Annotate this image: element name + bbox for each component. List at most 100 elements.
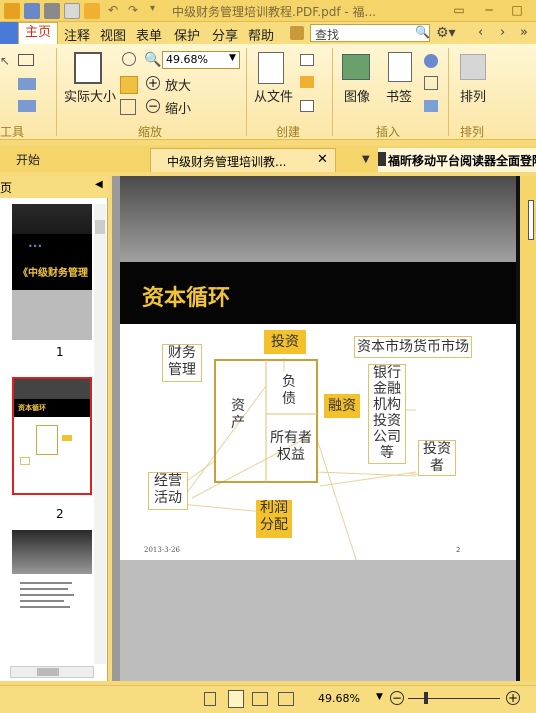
actual-size-button[interactable]: 实际大小 <box>64 86 116 105</box>
menu-form[interactable]: 表单 <box>136 25 162 44</box>
fit-width-icon[interactable] <box>120 99 136 115</box>
group-arrange-label: 排列 <box>460 125 485 139</box>
sidebar-scrollbar[interactable] <box>94 204 106 664</box>
zoom-slider-handle[interactable] <box>424 692 428 704</box>
page-thumbnail-1[interactable]: ••• 《中级财务管理 <box>12 204 92 340</box>
select-icon[interactable] <box>18 100 36 112</box>
arrange-icon[interactable] <box>460 54 486 80</box>
redo-icon[interactable]: ↷ <box>128 3 144 19</box>
email-icon[interactable] <box>64 3 80 19</box>
ad-banner[interactable]: 福昕移动平台阅读器全面登陆 <box>378 148 536 172</box>
video-icon[interactable] <box>424 100 438 112</box>
create-option-3-icon[interactable] <box>300 100 314 112</box>
menu-protect[interactable]: 保护 <box>174 25 200 44</box>
continuous-facing-icon[interactable] <box>278 692 294 706</box>
minimize-icon[interactable]: ▭ <box>448 2 470 18</box>
quick-access-dropdown-icon[interactable]: ▾ <box>150 3 166 19</box>
tab-document[interactable]: 中级财务管理培训教... ✕ <box>150 148 336 172</box>
status-bar: 49.68% ▼ − + <box>0 685 536 713</box>
hand-tool-icon[interactable]: ↖ <box>0 54 10 68</box>
box-investor: 投资 者 <box>418 440 456 476</box>
thumb-1-caption: 《中级财务管理 <box>18 268 88 279</box>
document-scrollbar[interactable] <box>520 176 536 681</box>
attachment-icon[interactable] <box>424 76 438 90</box>
box-profit: 利润 分配 <box>256 500 292 538</box>
menu-share[interactable]: 分享 <box>212 25 238 44</box>
sidebar-hscroll-thumb[interactable] <box>37 668 59 676</box>
document-scroll-thumb[interactable] <box>528 200 534 240</box>
settings-gear-icon[interactable]: ⚙▾ <box>436 25 456 41</box>
search-input[interactable]: 查找 🔍 <box>310 24 430 42</box>
bookmark-button[interactable]: 书签 <box>386 86 412 105</box>
create-option-2-icon[interactable] <box>300 76 314 88</box>
menu-view[interactable]: 视图 <box>100 25 126 44</box>
status-zoom-dropdown-icon[interactable]: ▼ <box>376 692 383 702</box>
tab-list-dropdown-icon[interactable]: ▼ <box>362 154 370 165</box>
single-page-icon[interactable] <box>204 692 216 706</box>
continuous-page-icon[interactable] <box>228 690 244 708</box>
thumb-3-line <box>20 582 72 584</box>
menu-comment[interactable]: 注释 <box>64 25 90 44</box>
sidebar-scroll-thumb[interactable] <box>95 220 105 234</box>
new-icon[interactable] <box>84 3 100 19</box>
actual-size-icon[interactable] <box>74 52 102 84</box>
from-file-button[interactable]: 从文件 <box>254 86 293 105</box>
separator <box>246 48 247 136</box>
link-icon[interactable] <box>424 54 438 68</box>
thumb-2-diagram <box>36 425 58 455</box>
from-file-icon[interactable] <box>258 52 284 84</box>
zoom-in-button[interactable]: 放大 <box>165 75 191 94</box>
page-thumbnail-3[interactable] <box>12 530 92 660</box>
window-title: 中级财务管理培训教程.PDF.pdf - 福... <box>172 5 376 19</box>
zoom-out-button[interactable]: 缩小 <box>165 98 191 117</box>
close-icon[interactable]: ✕ <box>317 152 328 167</box>
page-thumbnail-2[interactable]: 资本循环 <box>12 377 92 495</box>
zoom-out-icon[interactable]: − <box>146 99 160 113</box>
search-icon[interactable]: 🔍 <box>415 25 430 39</box>
image-icon[interactable] <box>342 54 370 80</box>
zoom-in-icon[interactable]: + <box>146 76 160 90</box>
box-fin-mgmt: 财务 管理 <box>162 344 202 382</box>
nav-prev-icon[interactable]: ‹ <box>478 25 483 40</box>
group-tools-label: 工具 <box>0 125 25 139</box>
menu-home[interactable]: 主页 <box>18 22 58 44</box>
arrange-button[interactable]: 排列 <box>460 86 486 105</box>
fit-icon[interactable] <box>122 52 136 66</box>
maximize-icon[interactable]: □ <box>506 2 528 18</box>
thumb-2-titlebar: 资本循环 <box>14 399 90 417</box>
status-zoom-value[interactable]: 49.68% <box>318 692 360 705</box>
facing-page-icon[interactable] <box>252 692 268 706</box>
restore-icon[interactable]: ─ <box>478 2 500 18</box>
status-zoom-out-icon[interactable]: − <box>390 691 404 705</box>
status-zoom-in-icon[interactable]: + <box>506 691 520 705</box>
search-placeholder: 查找 <box>315 28 340 42</box>
find-tool-icon[interactable] <box>290 26 304 40</box>
nav-next-icon[interactable]: › <box>500 25 505 40</box>
sidebar-hscrollbar[interactable] <box>10 666 94 678</box>
ad-icon <box>378 152 386 166</box>
image-button[interactable]: 图像 <box>344 86 370 105</box>
separator <box>448 48 449 136</box>
thumb-3-line <box>20 600 64 602</box>
group-create-label: 创建 <box>276 125 301 139</box>
title-bar: ↶ ↷ ▾ 中级财务管理培训教程.PDF.pdf - 福... ▭ ─ □ <box>0 0 536 22</box>
nav-end-icon[interactable]: » <box>520 25 528 40</box>
clipboard-icon[interactable] <box>18 78 36 90</box>
zoom-slider-track[interactable] <box>408 698 500 699</box>
tab-start[interactable]: 开始 <box>16 148 40 172</box>
menu-help[interactable]: 帮助 <box>248 25 274 44</box>
create-option-1-icon[interactable] <box>300 54 314 66</box>
connector-line <box>179 503 265 513</box>
print-icon[interactable] <box>44 3 60 19</box>
bookmark-icon[interactable] <box>388 52 412 82</box>
collapse-sidebar-icon[interactable]: ◀ <box>95 179 103 190</box>
undo-icon[interactable]: ↶ <box>108 3 124 19</box>
zoom-select[interactable]: 49.68% ▼ <box>162 51 240 69</box>
fit-page-icon[interactable] <box>120 76 138 94</box>
zoom-tool-icon[interactable]: 🔍 <box>144 52 161 68</box>
app-icon <box>4 3 20 19</box>
snapshot-icon[interactable] <box>18 54 34 66</box>
file-menu-button[interactable] <box>0 22 18 44</box>
thumb-2-caption: 资本循环 <box>18 404 46 412</box>
save-icon[interactable] <box>24 3 40 19</box>
